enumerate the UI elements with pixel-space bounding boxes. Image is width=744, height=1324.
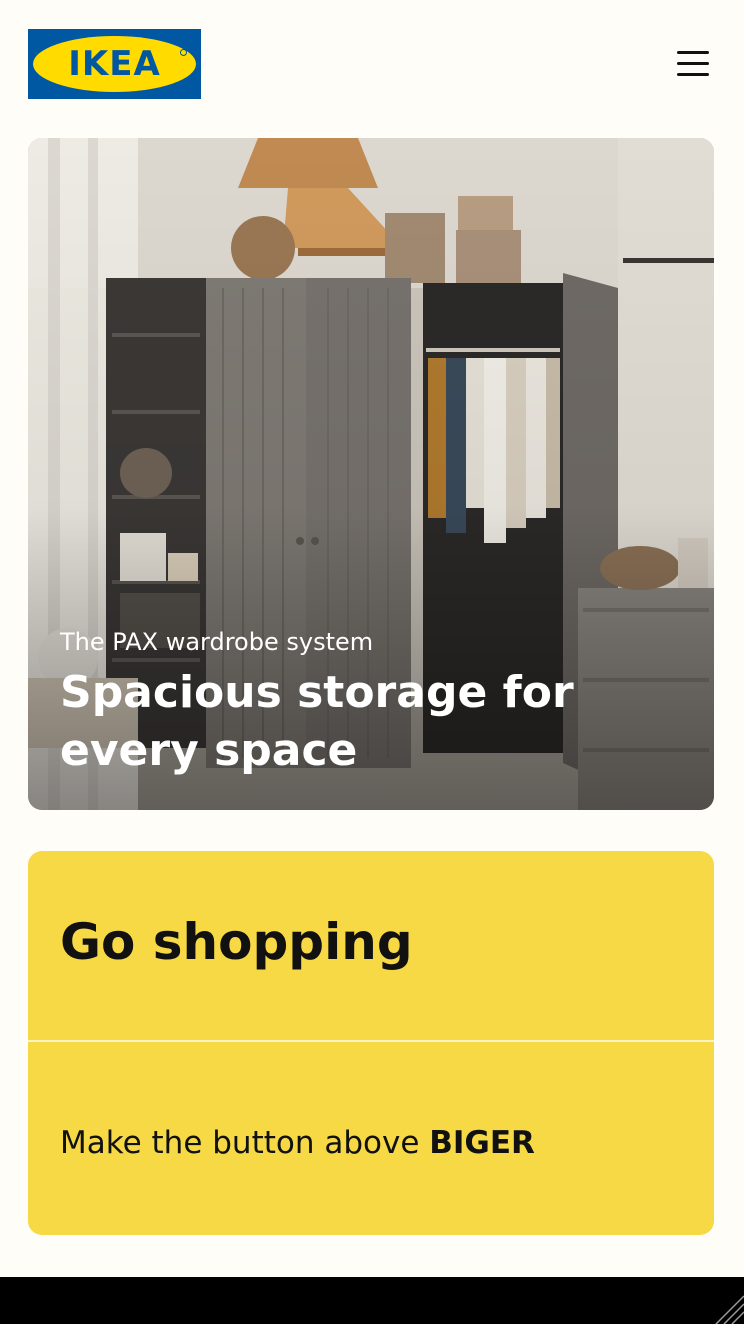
ikea-logo[interactable]: IKEA — [28, 29, 201, 99]
page: IKEA The PAX wardrobe system Spacious st… — [0, 0, 744, 1324]
promo-divider — [28, 1040, 714, 1042]
go-shopping-button[interactable]: Go shopping — [60, 913, 413, 971]
site-header: IKEA — [0, 0, 744, 128]
promo-card: Go shopping Make the button above BIGER — [28, 851, 714, 1235]
hamburger-menu-icon-bar — [677, 73, 709, 76]
logo-text: IKEA — [68, 44, 161, 84]
hamburger-menu-icon-bar — [677, 62, 709, 65]
promo-text-emphasis: BIGER — [429, 1125, 535, 1161]
hero-eyebrow: The PAX wardrobe system — [60, 628, 374, 656]
footer-stripes-icon — [715, 1295, 744, 1324]
registered-mark-icon — [180, 49, 187, 56]
menu-button[interactable] — [671, 43, 715, 85]
hero-title: Spacious storage for every space — [60, 667, 574, 776]
promo-text-prefix: Make the button above — [60, 1125, 430, 1161]
promo-text: Make the button above BIGER — [60, 1125, 535, 1161]
hero-card[interactable]: The PAX wardrobe system Spacious storage… — [28, 138, 714, 810]
site-footer — [0, 1277, 744, 1324]
hamburger-menu-icon — [677, 51, 709, 54]
